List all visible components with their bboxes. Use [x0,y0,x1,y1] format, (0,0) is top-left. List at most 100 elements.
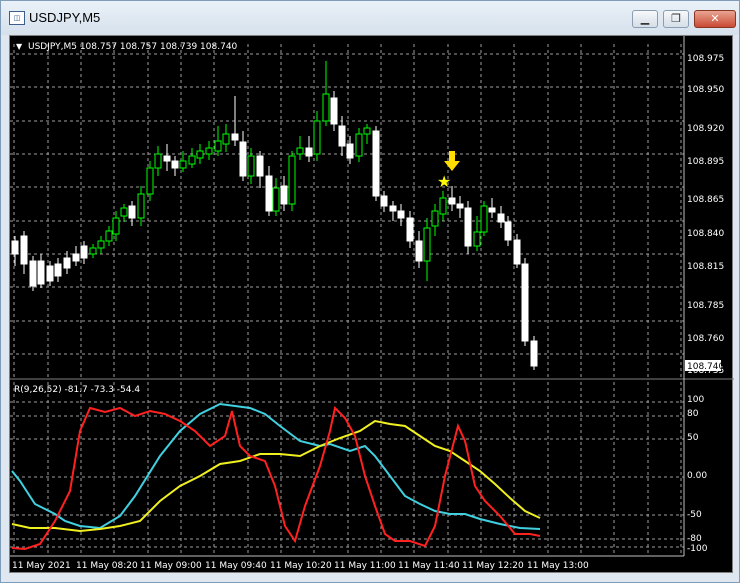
candle [330,91,338,131]
time-tick-label: 11 May 2021 [12,561,71,571]
minimize-button[interactable]: ▁ [632,10,658,28]
candle [521,258,529,346]
price-tick-label: 108.760 [687,334,724,344]
candle [137,186,145,226]
candle [530,336,538,370]
candle [389,201,397,221]
price-tick-label: 108.840 [687,229,724,239]
candle [105,226,113,246]
time-tick-label: 11 May 09:00 [140,561,202,571]
maximize-button[interactable]: ❐ [663,10,689,28]
maximize-icon: ❐ [671,12,681,25]
candle [29,256,37,291]
candle [20,231,28,274]
candle [80,241,88,264]
candle [11,236,19,266]
minimize-icon: ▁ [640,12,650,25]
candle [222,124,230,152]
candle [497,206,505,228]
indicator-cyan-line [11,402,541,530]
time-tick-label: 11 May 08:20 [76,561,138,571]
chart-icon: ◫ [9,11,25,25]
candle [363,124,371,144]
candle [54,258,62,282]
price-tick-label: 108.920 [687,124,724,134]
candle [305,136,313,162]
chart-header: USDJPY,M5 108.757 108.757 108.739 108.74… [28,42,238,52]
candle [72,246,80,266]
price-tick-label: 108.815 [687,262,724,272]
candle [439,191,447,221]
candle [205,141,213,160]
star-icon: ★ [437,172,451,191]
indicator-tick-label: 80 [687,409,699,419]
candle [488,198,496,218]
indicator-tick-label: 50 [687,433,699,443]
candle [188,148,196,168]
price-tick-label: 108.895 [687,157,724,167]
candle [513,234,521,268]
candle [372,126,380,201]
candle [272,178,280,216]
candle [406,211,414,248]
indicator-tick-label: -80 [687,534,702,544]
candle [464,201,472,254]
candle [480,201,488,236]
window-title: USDJPY,M5 [29,10,101,25]
candle [247,148,255,184]
time-tick-label: 11 May 10:20 [270,561,332,571]
current-price-label: 108.740 [687,362,724,372]
close-icon: ✕ [710,12,720,25]
candle [423,218,431,281]
candle [163,144,171,171]
grid [10,44,684,555]
title-bar[interactable]: ◫ USDJPY,M5 ▁ ❐ ✕ [1,1,739,35]
down-arrow-icon [444,151,460,171]
indicator-label: R(9,26,52) -81.7 -73.3 -54.4 [14,385,140,395]
candle [128,201,136,226]
price-tick-label: 108.865 [687,195,724,205]
candle [239,131,247,181]
time-tick-label: 11 May 09:40 [205,561,267,571]
price-tick-label: 108.785 [687,301,724,311]
candle [322,61,330,126]
indicator-tick-label: -50 [687,510,702,520]
price-tick-label: 108.975 [687,54,724,64]
chart-window: ◫ USDJPY,M5 ▁ ❐ ✕ ▼ USDJPY,M5 108.757 10… [0,0,740,583]
candle [265,166,273,216]
candle [288,151,296,211]
chart-area[interactable]: ▼ USDJPY,M5 108.757 108.757 108.739 108.… [9,35,734,573]
candle [296,136,304,160]
candle [415,231,423,268]
candle [97,236,105,254]
indicator-tick-label: 100 [687,395,704,405]
header-collapse-icon[interactable]: ▼ [16,42,23,51]
indicator-tick-label: -100 [687,544,708,554]
candle [380,191,388,212]
candle [89,244,97,258]
candle [256,151,264,188]
candle [338,116,346,156]
time-tick-label: 11 May 11:00 [334,561,396,571]
indicator-tick-label: 0.00 [687,471,707,481]
price-tick-label: 108.950 [687,85,724,95]
candles [11,61,538,370]
candle [37,254,45,288]
candle [46,261,54,286]
candle [313,111,321,161]
candle [196,144,204,164]
candle [154,146,162,176]
time-tick-label: 11 May 11:40 [398,561,460,571]
candle [431,204,439,236]
candle [171,156,179,176]
candle [120,204,128,222]
candle [397,204,405,226]
close-button[interactable]: ✕ [694,10,736,28]
chart-svg: ▼ USDJPY,M5 108.757 108.757 108.739 108.… [10,36,734,571]
candle [280,176,288,211]
candle [456,196,464,218]
candle [355,128,363,162]
time-tick-label: 11 May 12:20 [462,561,524,571]
candle [214,126,222,156]
time-tick-label: 11 May 13:00 [527,561,589,571]
